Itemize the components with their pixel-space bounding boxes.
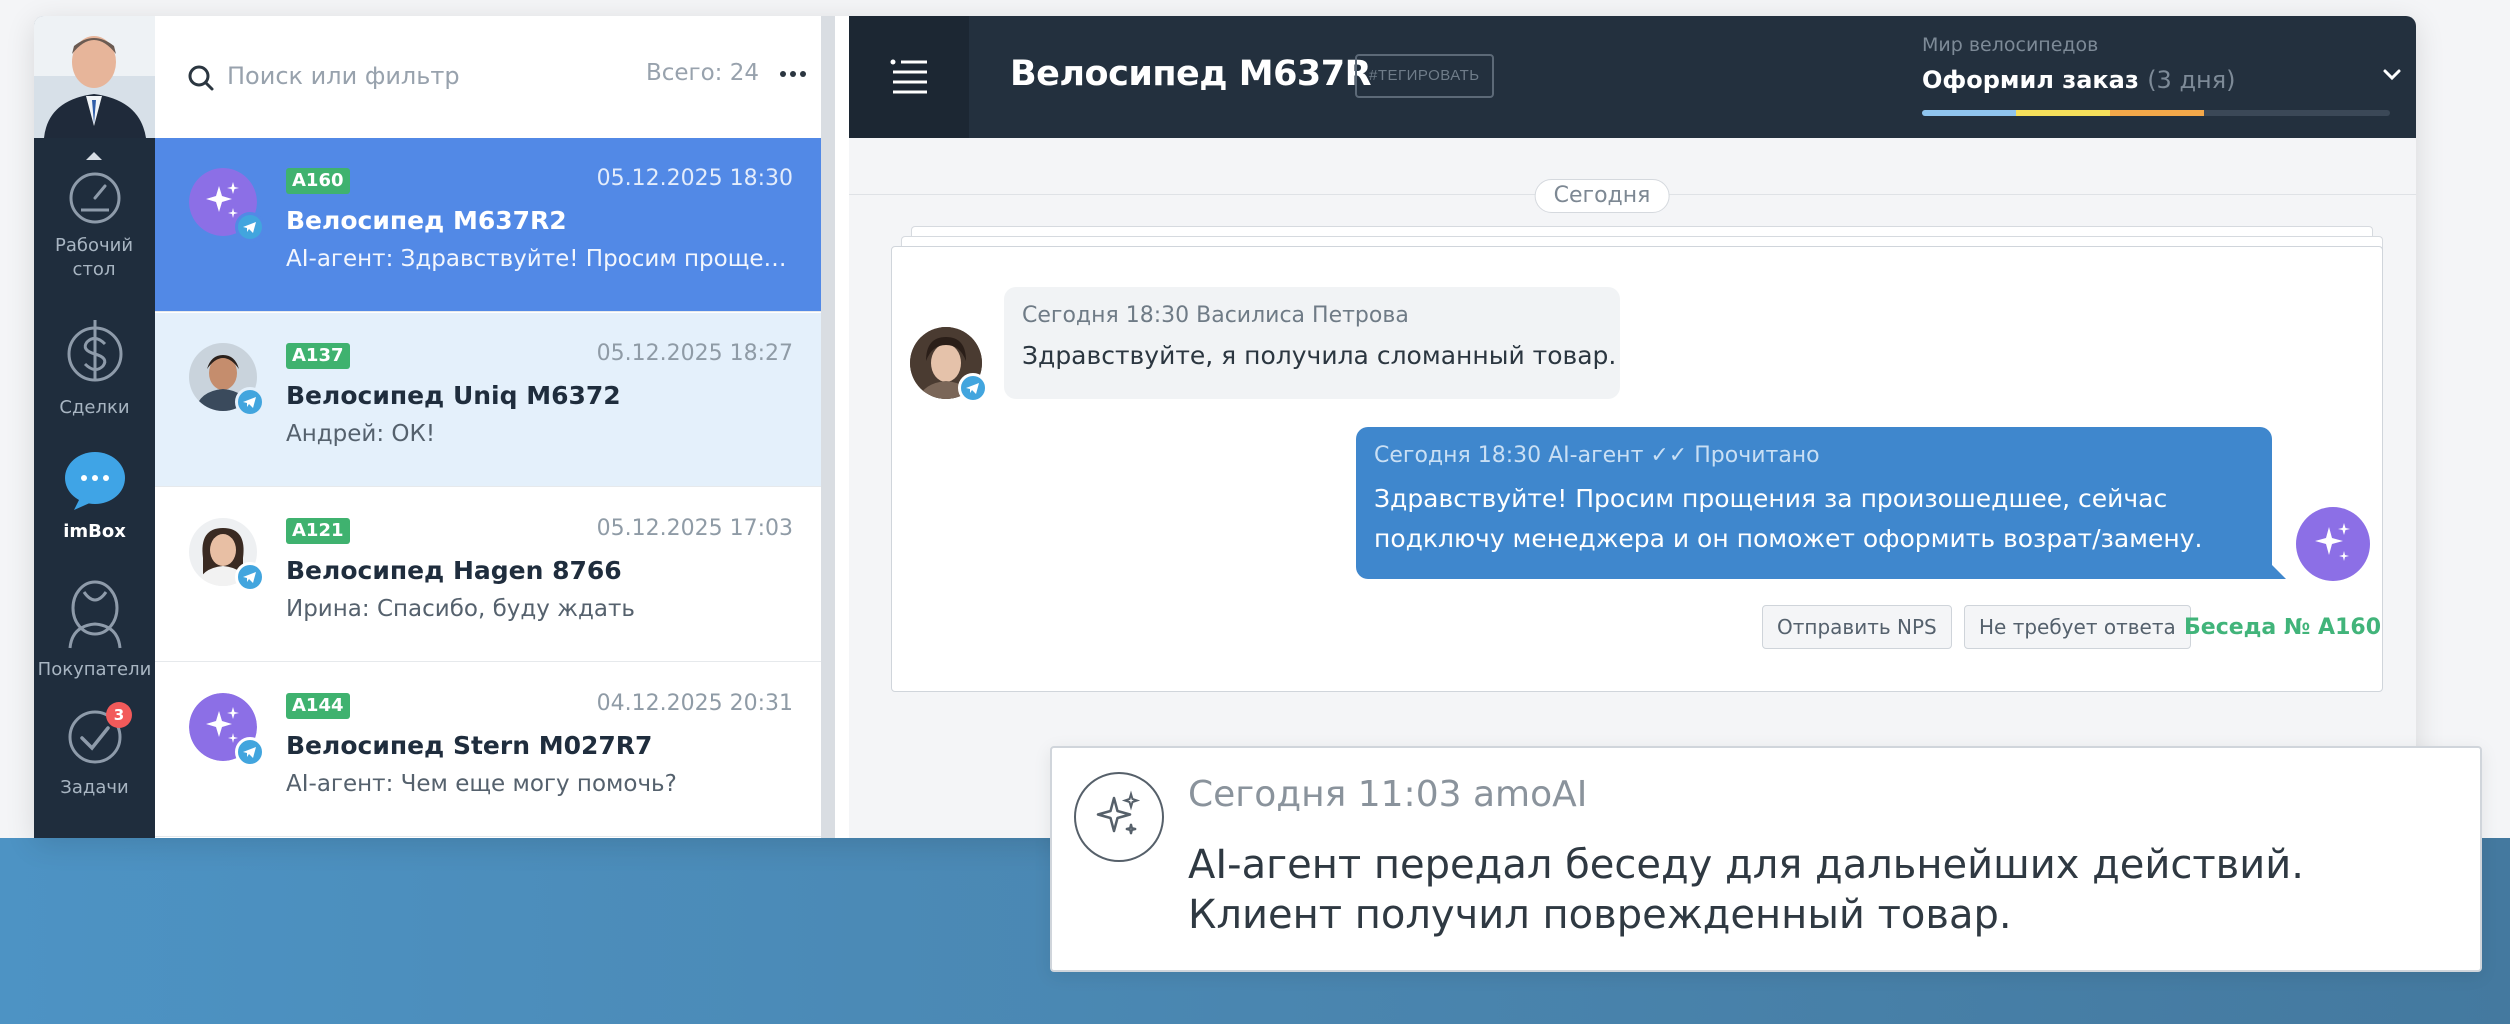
conversation-tag: A137 bbox=[286, 343, 350, 369]
chevron-down-icon[interactable] bbox=[2381, 64, 2403, 86]
no-reply-button[interactable]: Не требует ответа bbox=[1964, 605, 2191, 649]
conversation-title: Велосипед Stern M027R7 bbox=[286, 731, 653, 760]
left-nav: Рабочий стол Сделки imBox Покупатели 3 З… bbox=[34, 16, 155, 838]
notification-line: AI-агент передал беседу для дальнейших д… bbox=[1188, 842, 2304, 888]
sidebar-item-label: Задачи bbox=[60, 777, 129, 798]
notification-text: AI-агент передал беседу для дальнейших д… bbox=[1188, 840, 2304, 940]
conversation-title: Велосипед M637R2 bbox=[286, 206, 567, 235]
customers-icon bbox=[68, 580, 121, 649]
sparkle-icon bbox=[2315, 523, 2350, 561]
conversation-list: Всего: 24 A160 05.12.2025 18:30 bbox=[155, 16, 835, 838]
sidebar-item-deals[interactable]: Сделки bbox=[34, 316, 155, 420]
message-text: Здравствуйте! Просим прощения за произош… bbox=[1374, 484, 2203, 553]
conversation-preview: Андрей: ОК! bbox=[286, 421, 436, 447]
more-options-icon[interactable] bbox=[773, 54, 813, 94]
message-thread: Сегодня 18:30 Василиса Петрова Здравству… bbox=[891, 246, 2383, 692]
list-header: Всего: 24 bbox=[155, 16, 821, 138]
app-window: Рабочий стол Сделки imBox Покупатели 3 З… bbox=[34, 16, 2416, 838]
message-meta: Сегодня 18:30 Василиса Петрова bbox=[1022, 303, 1409, 328]
conversation-number-link[interactable]: Беседа № A160 bbox=[2184, 615, 2381, 640]
user-avatar[interactable] bbox=[34, 16, 155, 138]
conversation-row[interactable]: A137 05.12.2025 18:27 Велосипед Uniq M63… bbox=[155, 313, 821, 487]
search-input[interactable] bbox=[227, 56, 607, 96]
sparkle-icon bbox=[1096, 790, 1141, 835]
conversation-date: 05.12.2025 17:03 bbox=[596, 516, 793, 541]
tasks-badge: 3 bbox=[106, 702, 132, 728]
notification-meta: Сегодня 11:03 amoAI bbox=[1188, 774, 1588, 815]
ai-icon-circle bbox=[1074, 772, 1164, 862]
collapse-caret-icon[interactable] bbox=[86, 152, 102, 160]
conversation-preview: AI-агент: Чем еще могу помочь? bbox=[286, 771, 677, 797]
message-text: Здравствуйте, я получила сломанный товар… bbox=[1022, 341, 1617, 370]
message-actions: Отправить NPS Не требует ответа Беседа №… bbox=[892, 605, 2381, 653]
thread-wrapper: Сегодня 18:30 Василиса Петрова Здравству… bbox=[891, 16, 2383, 838]
conversation-row[interactable]: A160 05.12.2025 18:30 Велосипед M637R2 A… bbox=[155, 138, 821, 312]
conversation-date: 04.12.2025 20:31 bbox=[596, 691, 793, 716]
sidebar-item-dashboard[interactable]: Рабочий стол bbox=[34, 170, 155, 282]
message-meta: Сегодня 18:30 AI-агент ✓✓ Прочитано bbox=[1374, 443, 1820, 468]
conversation-tag: A144 bbox=[286, 693, 350, 719]
total-count: Всего: 24 bbox=[645, 60, 759, 86]
conversation-tag: A160 bbox=[286, 168, 350, 194]
sidebar-item-label: Сделки bbox=[59, 397, 130, 418]
conversation-title: Велосипед Uniq M6372 bbox=[286, 381, 621, 410]
conversation-date: 05.12.2025 18:30 bbox=[596, 166, 793, 191]
ai-handoff-notification: Сегодня 11:03 amoAI AI-агент передал бес… bbox=[1050, 746, 2482, 972]
sidebar-item-customers[interactable]: Покупатели bbox=[34, 578, 155, 682]
telegram-icon bbox=[235, 562, 265, 592]
telegram-icon bbox=[235, 387, 265, 417]
conversation-preview: Ирина: Спасибо, буду ждать bbox=[286, 596, 635, 622]
telegram-icon bbox=[235, 737, 265, 767]
dollar-icon bbox=[67, 320, 122, 382]
send-nps-button[interactable]: Отправить NPS bbox=[1762, 605, 1952, 649]
notification-line: Клиент получил поврежденный товар. bbox=[1188, 892, 2012, 938]
sidebar-item-tasks[interactable]: 3 Задачи bbox=[34, 702, 155, 800]
conversation-tag: A121 bbox=[286, 518, 350, 544]
sidebar-item-imbox[interactable]: imBox bbox=[34, 450, 155, 544]
ai-agent-avatar bbox=[2296, 507, 2370, 581]
conversation-row[interactable]: A121 05.12.2025 17:03 Велосипед Hagen 87… bbox=[155, 488, 821, 662]
telegram-icon bbox=[235, 212, 265, 242]
chat-panel: Велосипед M637R #ТЕГИРОВАТЬ Мир велосипе… bbox=[849, 16, 2416, 838]
conversation-title: Велосипед Hagen 8766 bbox=[286, 556, 622, 585]
conversation-preview: AI-агент: Здравствуйте! Просим прощения … bbox=[286, 246, 791, 272]
speedometer-icon bbox=[69, 172, 120, 224]
sidebar-item-label: Рабочий стол bbox=[54, 235, 134, 280]
conversation-date: 05.12.2025 18:27 bbox=[596, 341, 793, 366]
sidebar-item-label: imBox bbox=[63, 521, 126, 542]
sidebar-item-label: Покупатели bbox=[37, 659, 152, 680]
user-photo bbox=[34, 16, 155, 138]
chat-bubble-icon bbox=[64, 452, 125, 510]
incoming-message: Сегодня 18:30 Василиса Петрова Здравству… bbox=[1004, 287, 1620, 399]
conversation-row[interactable]: A144 04.12.2025 20:31 Велосипед Stern M0… bbox=[155, 663, 821, 837]
search-icon[interactable] bbox=[187, 64, 215, 92]
telegram-icon bbox=[958, 373, 988, 403]
outgoing-message: Сегодня 18:30 AI-агент ✓✓ Прочитано Здра… bbox=[1356, 427, 2286, 579]
